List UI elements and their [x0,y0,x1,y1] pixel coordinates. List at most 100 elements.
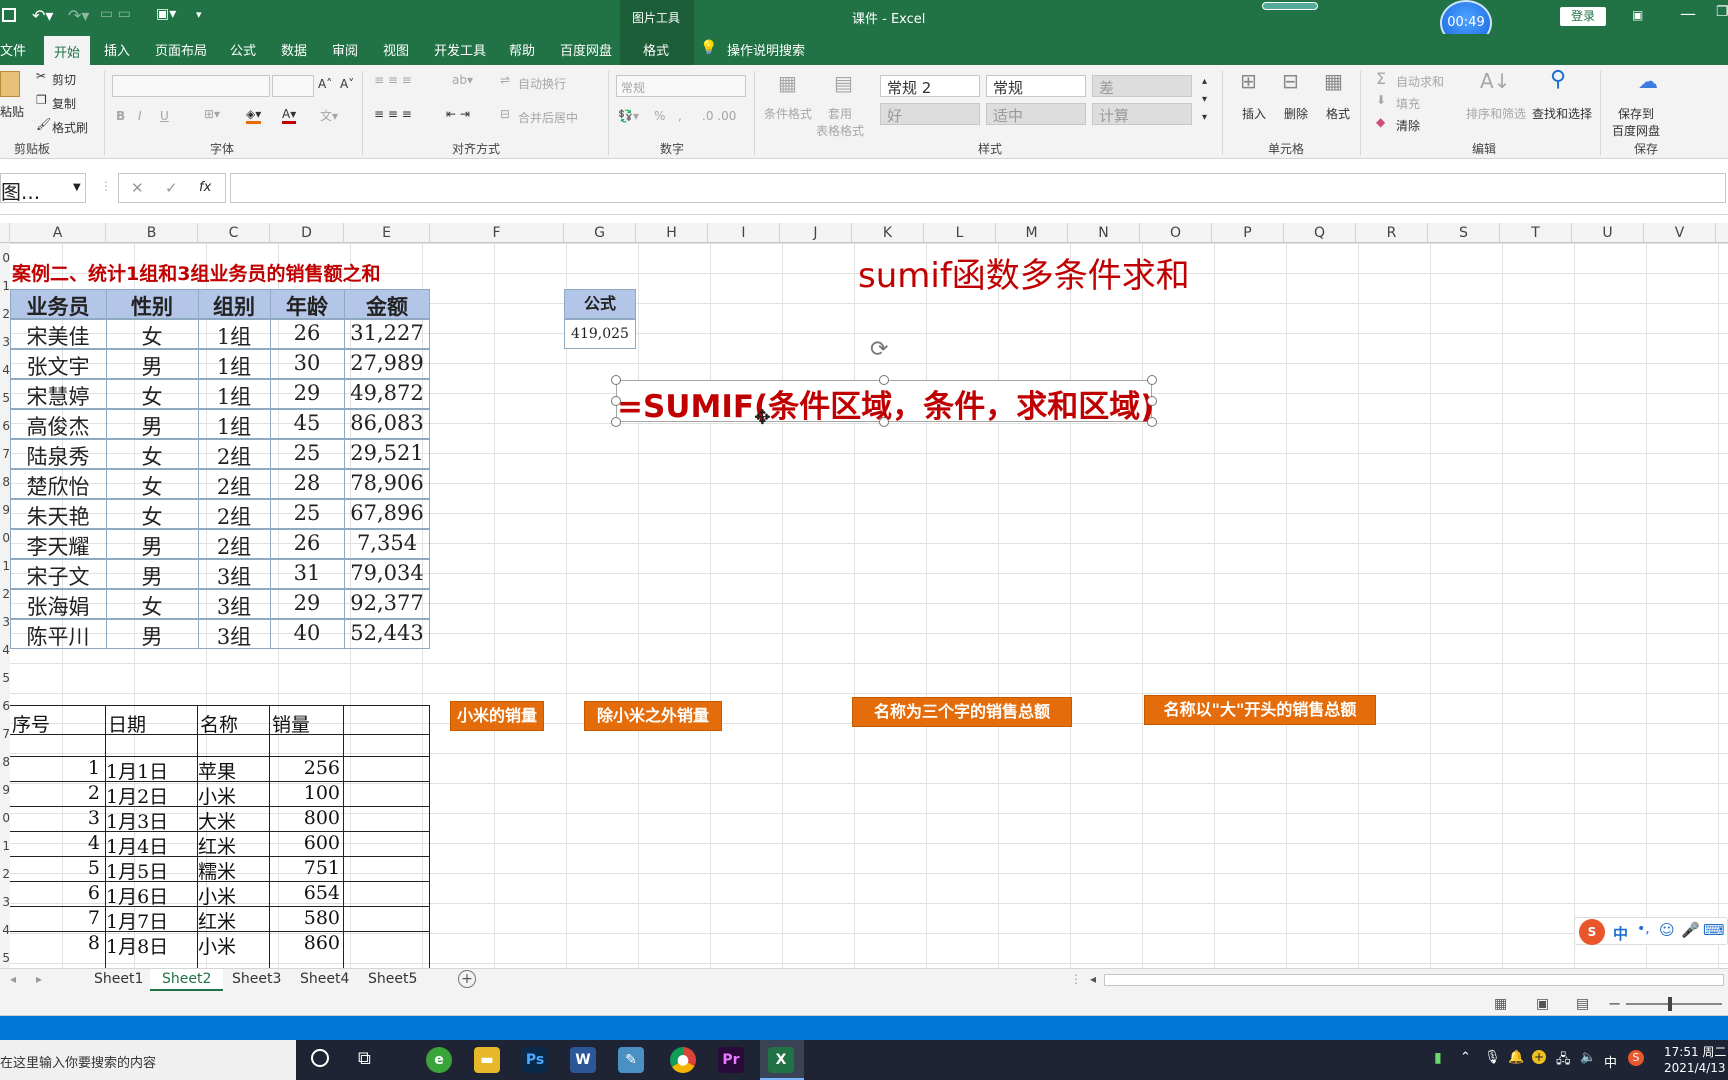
clear-button[interactable]: 清除 [1396,117,1420,134]
style-calculation[interactable]: 计算 [1092,103,1192,125]
ime-mic-icon[interactable]: 🎤 [1681,921,1700,939]
shrink-font-icon[interactable]: A˅ [340,77,354,91]
row-header[interactable]: 6 [0,699,10,713]
sheet-tab-sheet2[interactable]: Sheet2 [150,969,224,991]
row-header[interactable]: 5 [0,391,10,405]
column-header[interactable]: M [996,223,1068,243]
resize-handle[interactable] [1147,396,1157,406]
word-icon[interactable]: W [570,1047,596,1073]
cell-seq[interactable]: 8 [10,932,100,954]
column-header[interactable]: C [198,223,270,243]
currency-icon[interactable]: 💱▾ [618,109,639,123]
header-volume[interactable]: 销量 [272,710,310,737]
save-icon[interactable] [2,8,16,22]
font-color-icon[interactable]: A▾ [282,107,297,124]
cell-seq[interactable]: 3 [10,807,100,829]
row-header[interactable]: 2 [0,867,10,881]
cell-amount[interactable]: 31,227 [344,321,430,345]
tray-plus-icon[interactable]: + [1532,1050,1546,1064]
resize-handle[interactable] [879,417,889,427]
tray-battery-icon[interactable]: ▮ [1434,1050,1442,1066]
style-normal2[interactable]: 常规 2 [880,75,980,97]
tab-file[interactable]: 文件 [0,40,26,59]
cell-volume[interactable]: 654 [270,882,340,904]
percent-button[interactable]: % [654,109,665,123]
column-header[interactable]: V [1644,223,1716,243]
tray-notify-icon[interactable]: 🔔 [1508,1050,1524,1065]
scroll-left-icon[interactable]: ◂ [1090,972,1096,986]
row-header[interactable]: 4 [0,363,10,377]
cell-age[interactable]: 40 [270,621,344,645]
cell-volume[interactable]: 256 [270,757,340,779]
orientation-icon[interactable]: ab▾ [452,73,473,87]
ribbon-display-icon[interactable]: ▣ [1632,8,1643,22]
copy-button[interactable]: 复制 [52,95,76,112]
taskbar-search[interactable]: 在这里输入你要搜索的内容 [0,1040,296,1080]
cell-amount[interactable]: 52,443 [344,621,430,645]
zoom-slider[interactable] [1626,1003,1722,1005]
cell-gender[interactable]: 女 [106,321,198,351]
cell-date[interactable]: 1月1日 [106,757,198,784]
autosum-button[interactable]: 自动求和 [1396,73,1444,90]
cell-amount[interactable]: 7,354 [344,531,430,555]
row-header[interactable]: 5 [0,951,10,965]
cell-gender[interactable]: 男 [106,531,198,561]
starts-with-da-button[interactable]: 名称以"大"开头的销售总额 [1144,695,1376,725]
column-header[interactable]: S [1428,223,1500,243]
row-header[interactable]: 2 [0,587,10,601]
cell-seq[interactable]: 5 [10,857,100,879]
cell-salesperson[interactable]: 高俊杰 [10,411,106,441]
column-header[interactable]: J [780,223,852,243]
prev-sheet-icon[interactable]: ◂ [10,972,16,986]
login-button[interactable]: 登录 [1560,7,1606,26]
tab-split-icon[interactable]: ⋮ [1070,972,1082,986]
font-name-dropdown[interactable] [112,75,270,97]
cell-salesperson[interactable]: 陈平川 [10,621,106,651]
page-break-view-icon[interactable]: ▤ [1576,996,1589,1012]
paste-button[interactable]: 粘贴 [0,103,24,120]
formula-textbox[interactable]: =SUMIF(条件区域，条件，求和区域) [616,380,1154,425]
cell-amount[interactable]: 78,906 [344,471,430,495]
ime-emoji-icon[interactable]: ☺ [1659,921,1675,939]
save-to-baidu-button[interactable]: 保存到 百度网盘 [1612,105,1660,139]
cell-salesperson[interactable]: 宋子文 [10,561,106,591]
cell-amount[interactable]: 49,872 [344,381,430,405]
page-layout-view-icon[interactable]: ▣ [1536,996,1549,1012]
cell-group[interactable]: 3组 [198,621,270,651]
find-select-button[interactable]: 查找和选择 [1532,105,1592,122]
comma-button[interactable]: , [678,109,682,123]
wrap-text-button[interactable]: 自动换行 [518,75,566,92]
number-format-dropdown[interactable]: 常规 [616,75,746,97]
cell-age[interactable]: 29 [270,381,344,405]
tray-network-icon[interactable]: 🖧 [1556,1050,1571,1072]
style-neutral[interactable]: 适中 [986,103,1086,125]
row-header[interactable]: 5 [0,671,10,685]
header-seq[interactable]: 序号 [12,710,50,737]
row-header[interactable]: 0 [0,531,10,545]
zoom-out-icon[interactable]: − [1608,994,1621,1013]
cell-name[interactable]: 大米 [198,807,270,834]
cell-age[interactable]: 28 [270,471,344,495]
phonetic-icon[interactable]: 文▾ [320,107,338,124]
align-top-icon[interactable]: ≡ ≡ ≡ [374,73,412,87]
ime-punct-icon[interactable]: •, [1637,921,1650,937]
cell-name[interactable]: 小米 [198,882,270,909]
cell-gender[interactable]: 男 [106,351,198,381]
restore-icon[interactable]: ❐ [1716,4,1728,20]
row-header[interactable]: 3 [0,615,10,629]
cell-salesperson[interactable]: 李天耀 [10,531,106,561]
decimal-icon[interactable]: .0 .00 [702,109,736,123]
cell-group[interactable]: 1组 [198,381,270,411]
case-title[interactable]: 案例二、统计1组和3组业务员的销售额之和 [12,259,380,286]
cell-age[interactable]: 26 [270,321,344,345]
ime-keyboard-icon[interactable]: ⌨ [1703,921,1725,939]
cell-salesperson[interactable]: 朱天艳 [10,501,106,531]
column-header[interactable]: Q [1284,223,1356,243]
column-header[interactable]: B [106,223,198,243]
cell-amount[interactable]: 29,521 [344,441,430,465]
cell-amount[interactable]: 92,377 [344,591,430,615]
cell-group[interactable]: 2组 [198,471,270,501]
font-size-dropdown[interactable] [272,75,314,97]
tab-page-layout[interactable]: 页面布局 [155,40,207,59]
cell-gender[interactable]: 男 [106,561,198,591]
